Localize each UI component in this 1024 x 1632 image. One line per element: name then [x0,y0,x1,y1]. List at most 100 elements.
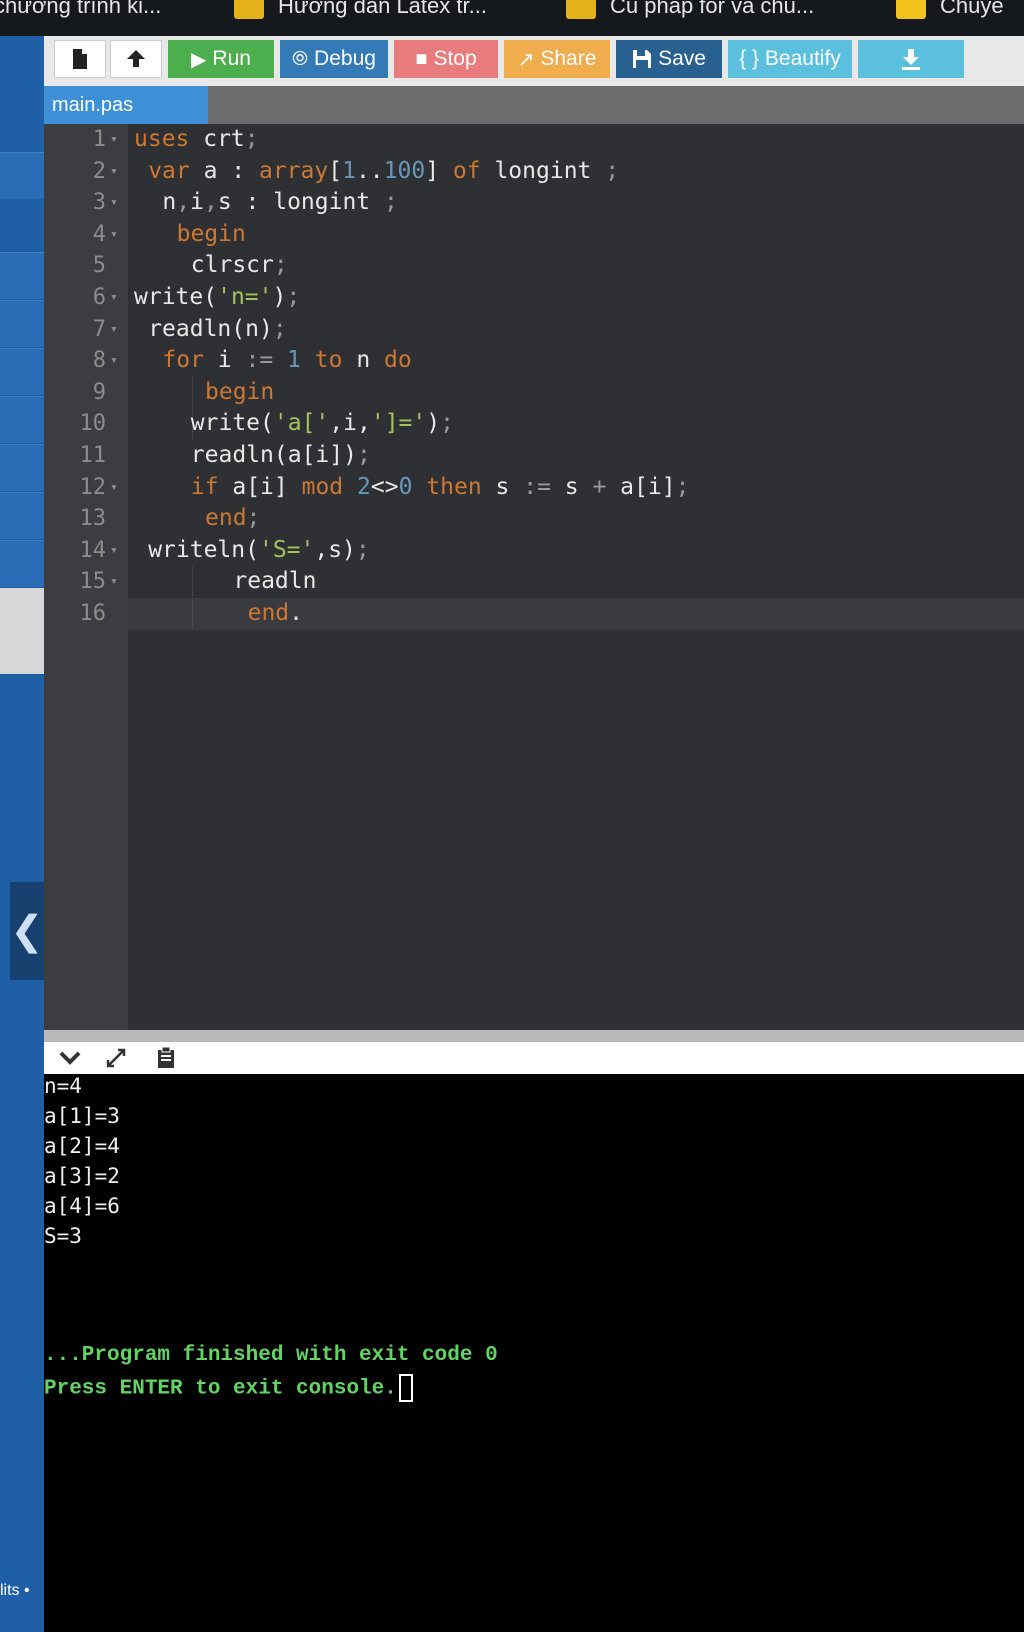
code-text: end; [205,503,260,535]
fold-arrow-icon[interactable]: ▾ [110,566,118,598]
chevron-down-icon [59,1051,81,1065]
code-token: of [452,157,481,184]
code-token: , [203,189,218,216]
fold-arrow-icon[interactable]: ▾ [110,187,118,219]
code-token: ; [273,252,288,279]
fold-arrow-icon[interactable]: ▾ [110,282,118,314]
code-token: s [550,473,593,500]
upload-button[interactable] [110,40,162,78]
browser-tab[interactable]: Chuyê [896,0,1004,24]
code-text: write('n='); [134,282,300,314]
sidebar-item[interactable] [0,152,44,199]
fold-arrow-icon[interactable]: ▾ [110,472,118,504]
sidebar-item[interactable] [0,540,44,587]
sidebar-item[interactable] [0,492,44,539]
expand-console-button[interactable] [102,1042,130,1074]
code-token: clrscr [190,252,274,279]
sidebar-item[interactable] [0,300,44,347]
code-token: [ [328,157,343,184]
sidebar-collapse-button[interactable]: ❮ [10,882,44,980]
download-button[interactable] [858,40,964,78]
run-label: Run [212,47,251,70]
console-output[interactable]: n=4 a[1]=3 a[2]=4 a[3]=2 a[4]=6 S=3 ...P… [44,1074,1024,1632]
run-button[interactable]: ▶ Run [168,40,274,78]
code-token: i [203,347,246,374]
code-line[interactable]: 14 ▾ writeln('S=',s); [44,535,1024,567]
code-line[interactable]: 9 begin [44,377,1024,409]
new-file-button[interactable] [54,40,106,78]
save-button[interactable]: Save [616,40,722,78]
code-token: write( [134,284,218,310]
debug-icon: ⦾ [292,47,309,70]
code-line[interactable]: 6 ▾ write('n='); [44,282,1024,314]
browser-tab-title: chương trình ki... [0,0,162,18]
console-line: S=3 [44,1224,82,1248]
fold-arrow-icon[interactable]: ▾ [110,156,118,188]
file-icon [73,49,87,69]
line-number: 4 [92,221,106,247]
code-line[interactable]: 13 end; [44,503,1024,535]
code-token: ) [272,284,287,310]
sidebar-item[interactable] [0,396,44,443]
browser-tab[interactable]: chương trình ki... [0,0,161,24]
fold-arrow-icon[interactable]: ▾ [110,345,118,377]
code-line[interactable]: 8 ▾ for i := 1 to n do [44,345,1024,377]
code-text: begin [205,377,274,409]
code-line[interactable]: 7 ▾ readln(n); [44,314,1024,346]
sidebar-item[interactable] [0,348,44,395]
file-tab-main-pas[interactable]: main.pas [44,86,208,124]
console-line: a[3]=2 [44,1164,120,1188]
code-token: n [162,189,177,216]
code-token: i [190,189,204,216]
fold-arrow-icon[interactable]: ▾ [110,535,118,567]
code-line[interactable]: 4 ▾ begin [44,219,1024,251]
code-text: readln(a[i]); [191,440,371,472]
code-line[interactable]: 11 readln(a[i]); [44,440,1024,472]
line-number: 5 [92,253,106,279]
code-line[interactable]: 3 ▾ n,i,s : longint ; [44,187,1024,219]
code-token: s : longint [217,189,384,216]
code-line[interactable]: 1 ▾ uses crt; [44,124,1024,156]
sidebar-item[interactable] [0,444,44,491]
console-finish-message: ...Program finished with exit code 0 [44,1344,498,1367]
code-token: 'n=' [217,284,273,310]
code-token: i [343,410,357,437]
code-text: var a : array[1..100] of longint ; [148,156,619,188]
console-toolbar [44,1042,1024,1074]
fold-arrow-icon[interactable]: ▾ [110,314,118,346]
code-text: n,i,s : longint ; [162,187,397,219]
browser-tab[interactable]: Cú pháp for và chu... [566,0,814,24]
fold-arrow-icon[interactable]: ▾ [110,219,118,251]
code-token: ; [355,536,370,563]
browser-tab-title: Chuyê [940,0,1004,18]
code-line[interactable]: 10 write('a[',i,']='); [44,408,1024,440]
code-token: := [523,473,551,500]
code-editor[interactable]: 1 ▾ uses crt; 2 ▾ var a : array[1..100] of lo… [44,124,1024,1030]
line-number: 16 [79,601,107,626]
code-line[interactable]: 5 clrscr; [44,250,1024,282]
stop-button[interactable]: ■ Stop [394,40,498,78]
code-line[interactable]: 16 end. [44,598,1024,630]
code-token: <> [370,473,399,500]
code-line[interactable]: 15 ▾ readln [44,566,1024,598]
code-line[interactable]: 2 ▾ var a : array[1..100] of longint ; [44,156,1024,188]
share-button[interactable]: ↗ Share [504,40,610,78]
fold-arrow-icon[interactable]: ▾ [110,124,118,156]
sidebar-item[interactable] [0,252,44,299]
expand-icon [106,1048,126,1068]
debug-button[interactable]: ⦾ Debug [280,40,388,78]
code-token: ; [356,442,371,468]
console-line: a[4]=6 [44,1194,120,1218]
copy-console-button[interactable] [152,1042,180,1074]
code-token: readln(a[i]) [190,442,357,468]
debug-label: Debug [314,47,376,70]
panel-splitter[interactable] [44,1030,1024,1042]
play-icon: ▶ [191,48,207,71]
line-number: 1 [92,127,106,152]
browser-tab[interactable]: Hướng dẫn Latex tr... [234,0,487,24]
beautify-button[interactable]: { } Beautify [728,40,852,78]
code-line[interactable]: 12 ▾ if a[i] mod 2<>0 then s := s + a[i]; [44,472,1024,504]
collapse-console-button[interactable] [56,1042,84,1074]
